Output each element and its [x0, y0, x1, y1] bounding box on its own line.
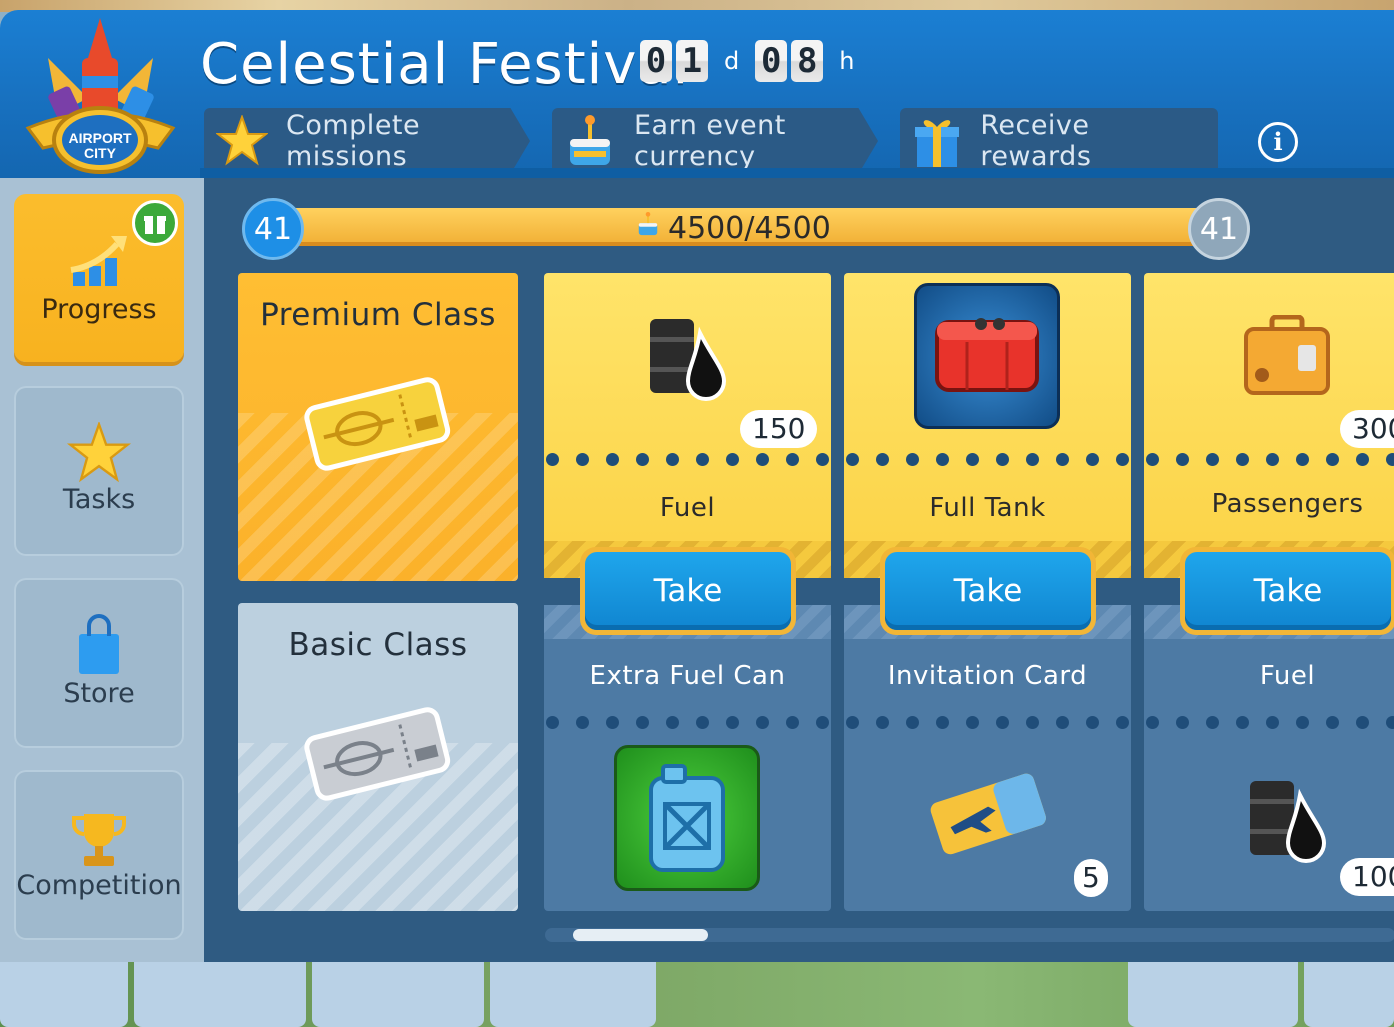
sidebar-item-tasks[interactable]: Tasks	[14, 386, 184, 556]
dotted-divider	[544, 453, 831, 467]
reward-quantity: 100	[1340, 858, 1394, 896]
trophy-icon	[14, 770, 184, 870]
timer-digit: 0	[755, 40, 788, 82]
sidebar-item-label: Competition	[16, 870, 182, 901]
timer-unit-days: d	[724, 47, 740, 75]
sidebar: Progress Tasks Store Competition	[0, 178, 204, 962]
premium-class-card: Premium Class	[238, 273, 518, 581]
fuel-barrel-icon	[644, 311, 728, 405]
timer-digit: 8	[791, 40, 824, 82]
sidebar-item-store[interactable]: Store	[14, 578, 184, 748]
event-timer: 0 1 d 0 8 h	[640, 40, 866, 82]
game-bottom-toolbar	[0, 962, 1394, 1027]
progress-text: 4500/4500	[636, 210, 831, 246]
sidebar-item-progress[interactable]: Progress	[14, 194, 184, 362]
dotted-divider	[1144, 716, 1394, 730]
reward-name: Invitation Card	[887, 661, 1088, 691]
scrollbar-thumb[interactable]	[573, 929, 708, 941]
take-button[interactable]: Take	[880, 547, 1096, 635]
step-receive-rewards: Receive rewards	[900, 108, 1218, 174]
cake-icon	[564, 114, 616, 168]
plane-toolbar-button[interactable]	[0, 962, 128, 1027]
gift-badge-icon	[132, 200, 178, 246]
staff-toolbar-button[interactable]	[1128, 962, 1298, 1027]
horizontal-scrollbar[interactable]	[545, 928, 1394, 942]
next-level-badge: 41	[1188, 198, 1250, 260]
current-level-badge: 41	[242, 198, 304, 260]
premium-reward-cell: 300 Passengers	[1144, 273, 1394, 578]
star-icon	[14, 386, 184, 484]
sidebar-item-label: Tasks	[62, 484, 136, 515]
reward-name: Fuel	[1259, 661, 1316, 691]
timer-digit: 0	[640, 40, 672, 82]
red-tank-icon	[914, 283, 1060, 429]
reward-quantity: 150	[740, 410, 818, 448]
step-label: Earn event currency	[634, 110, 786, 172]
fuel-can-icon	[614, 745, 760, 891]
premium-reward-cell: 150 Fuel	[544, 273, 831, 578]
suitcase-icon	[1244, 314, 1330, 401]
logo-text-airport: AIRPORT	[69, 130, 132, 146]
star-icon	[216, 114, 268, 168]
airport-city-logo: AIRPORT CITY	[18, 18, 183, 178]
basic-class-title: Basic Class	[288, 627, 468, 663]
take-button[interactable]: Take	[1180, 547, 1394, 635]
basic-reward-cell: Extra Fuel Can	[544, 605, 831, 911]
crate-toolbar-button[interactable]	[312, 962, 484, 1027]
timer-unit-hours: h	[839, 47, 855, 75]
sidebar-item-competition[interactable]: Competition	[14, 770, 184, 940]
gift-icon	[912, 114, 962, 168]
reward-column: 300 Passengers Take Fuel 100	[1144, 273, 1394, 911]
sidebar-item-label: Store	[63, 678, 135, 709]
reward-column: 150 Fuel Take Extra Fuel Can	[544, 273, 831, 911]
basic-class-card: Basic Class	[238, 603, 518, 911]
reward-name: Fuel	[659, 493, 716, 523]
dotted-divider	[1144, 453, 1394, 467]
premium-reward-cell: Full Tank	[844, 273, 1131, 578]
sidebar-item-label: Progress	[41, 294, 157, 325]
step-label: Receive rewards	[980, 110, 1092, 172]
basic-reward-cell: Invitation Card 5	[844, 605, 1131, 911]
invitation-ticket-icon	[926, 763, 1050, 867]
dotted-divider	[844, 453, 1131, 467]
reward-column: Full Tank Take Invitation Card 5	[844, 273, 1131, 911]
chest-toolbar-button[interactable]	[490, 962, 656, 1027]
take-button-label: Take	[585, 552, 791, 630]
event-steps: Complete missions Earn event currency Re…	[204, 108, 1218, 174]
silver-ticket-icon	[302, 703, 452, 807]
dotted-divider	[544, 716, 831, 730]
fuel-barrel-icon	[1244, 773, 1328, 867]
premium-class-title: Premium Class	[260, 297, 496, 333]
basic-reward-cell: Fuel 100	[1144, 605, 1394, 911]
take-button-label: Take	[1185, 552, 1391, 630]
step-label: Complete missions	[286, 110, 421, 172]
step-complete-missions: Complete missions	[204, 108, 530, 174]
shopping-bag-icon	[14, 578, 184, 678]
cake-currency-icon	[636, 210, 660, 246]
reward-quantity: 300	[1340, 410, 1394, 448]
event-title: Celestial Festival	[200, 32, 690, 97]
info-button[interactable]: i	[1258, 122, 1298, 162]
gold-ticket-icon	[302, 373, 452, 477]
take-button-label: Take	[885, 552, 1091, 630]
timer-digit: 1	[676, 40, 708, 82]
event-header: AIRPORT CITY Celestial Festival 0 1 d 0 …	[0, 10, 1394, 180]
reward-name: Full Tank	[929, 493, 1046, 523]
reward-name: Passengers	[1211, 489, 1364, 519]
dotted-divider	[844, 716, 1131, 730]
reward-name: Extra Fuel Can	[589, 661, 786, 691]
settings-toolbar-button[interactable]	[1304, 962, 1394, 1027]
step-earn-currency: Earn event currency	[552, 108, 878, 174]
shop-cart-toolbar-button[interactable]	[134, 962, 306, 1027]
reward-quantity: 5	[1074, 859, 1108, 897]
logo-text-city: CITY	[84, 145, 117, 161]
take-button[interactable]: Take	[580, 547, 796, 635]
progress-value: 4500/4500	[668, 210, 831, 246]
